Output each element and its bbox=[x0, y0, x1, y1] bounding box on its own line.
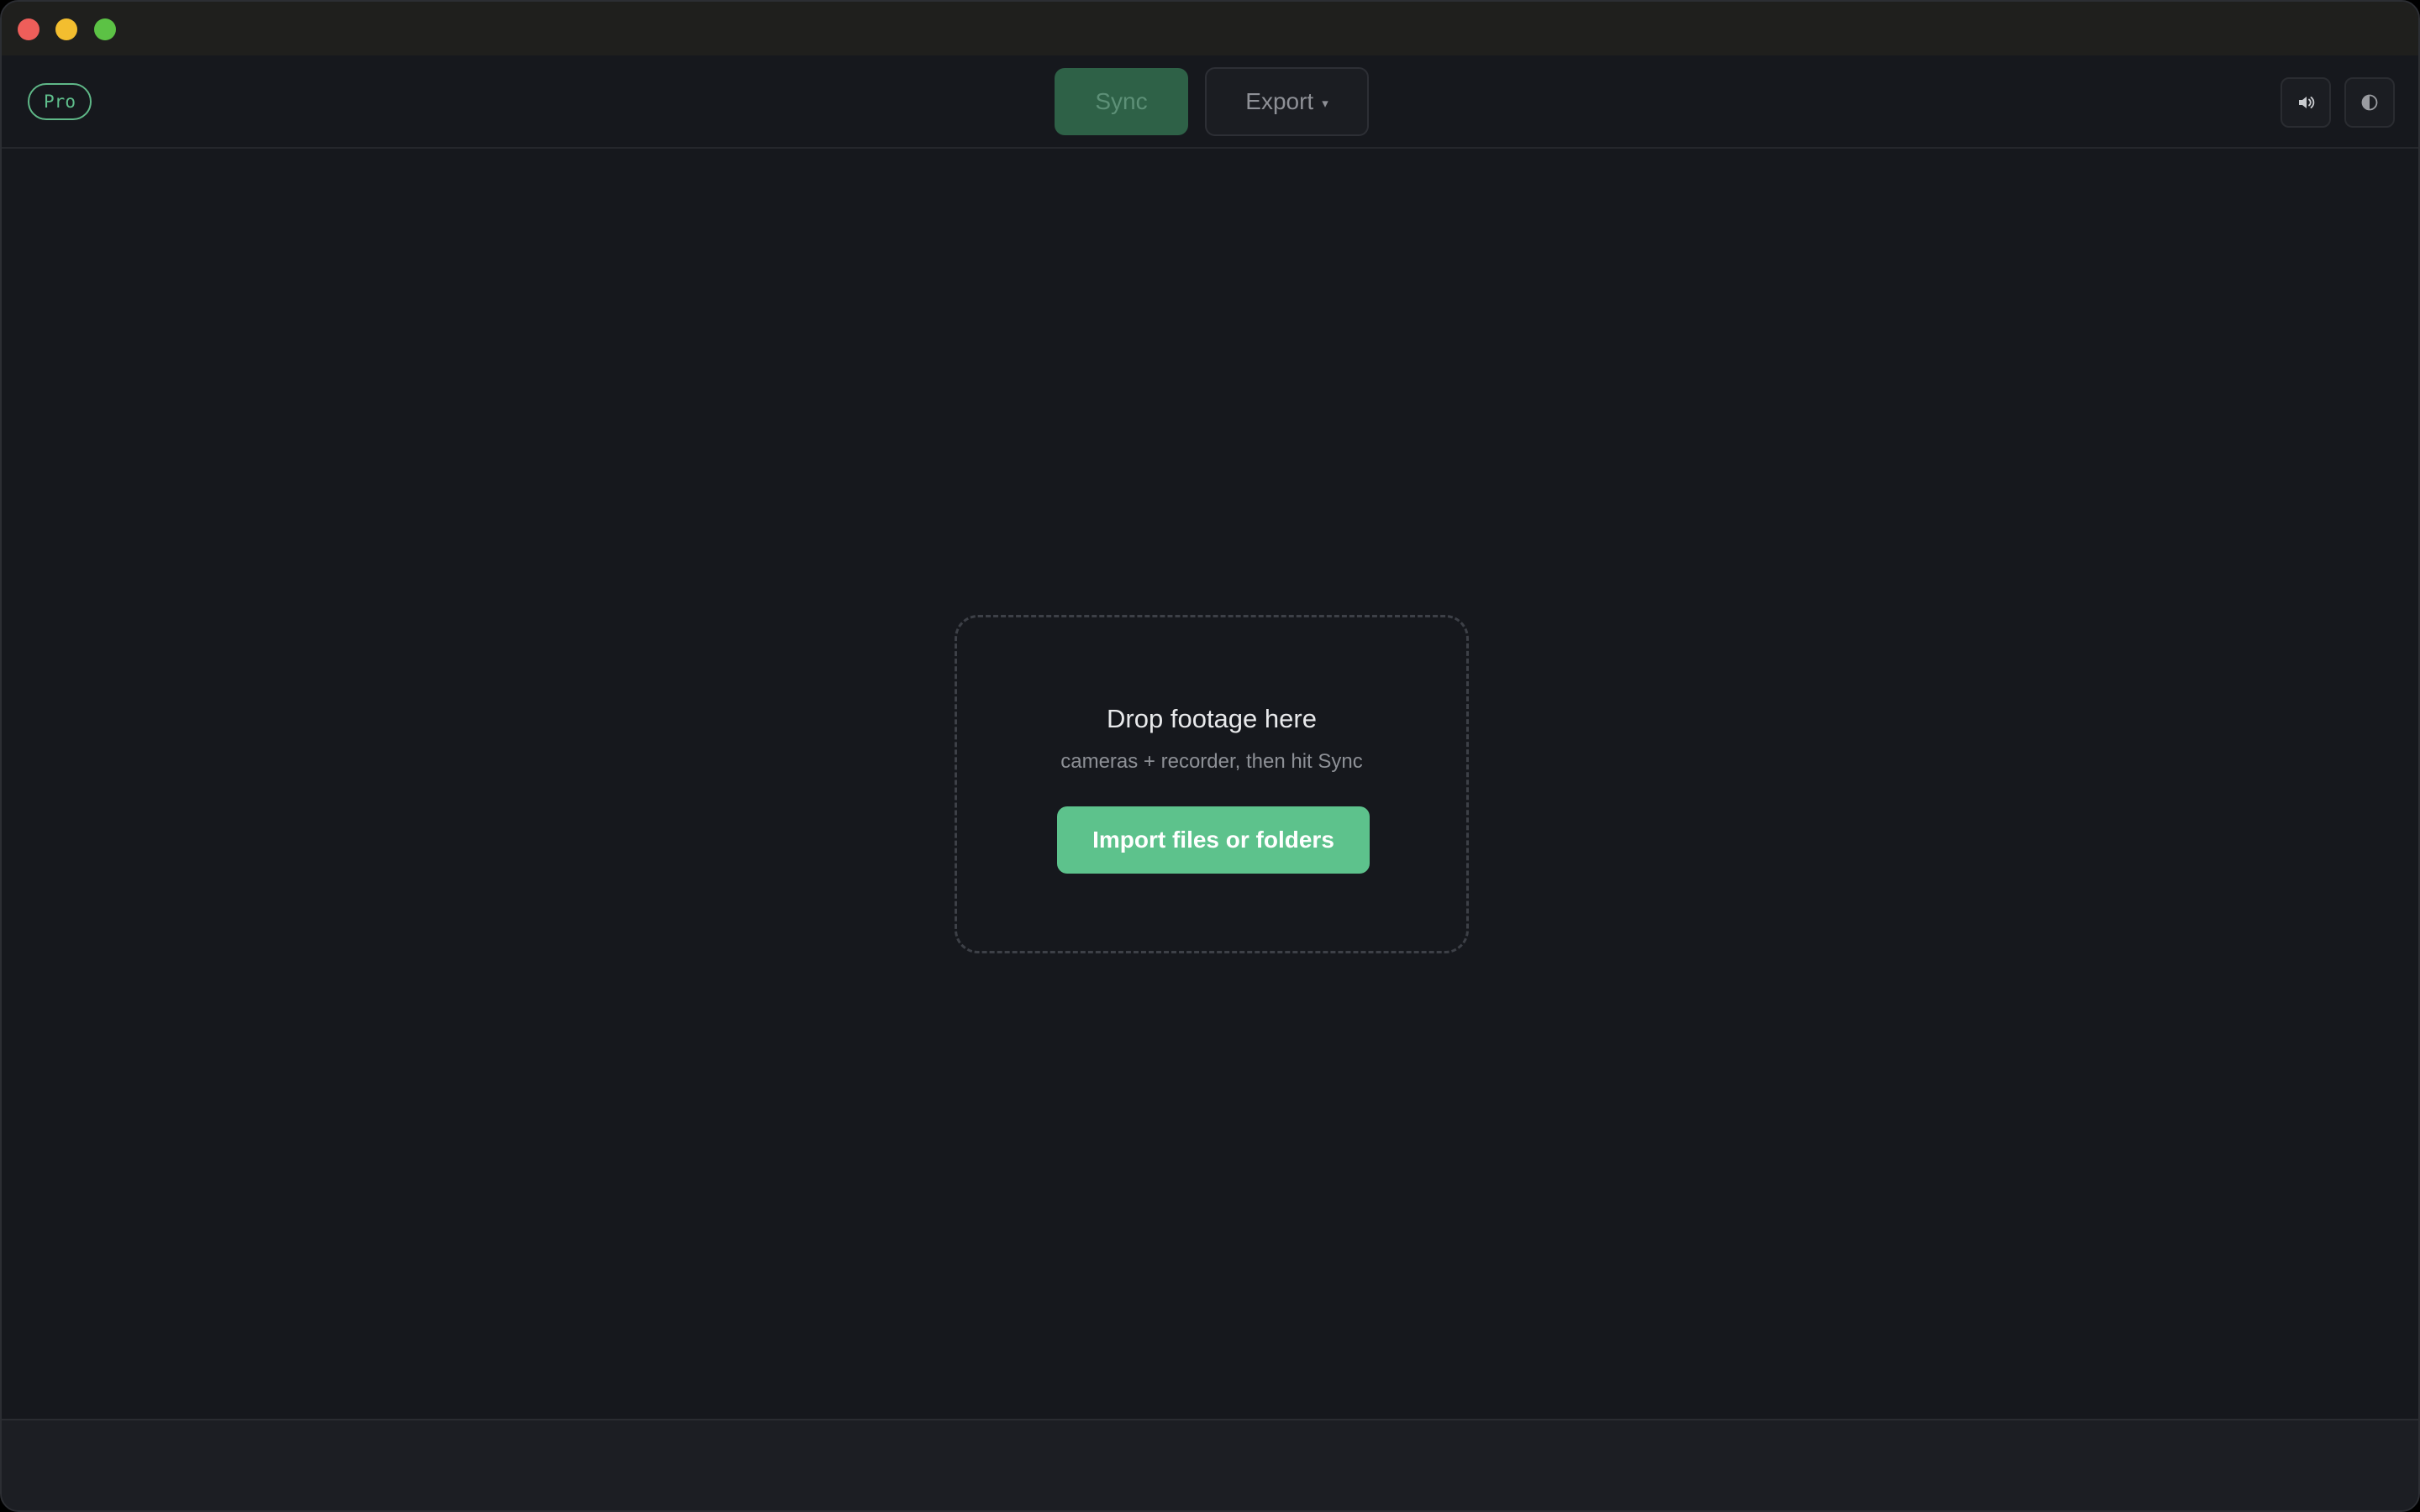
status-bar bbox=[2, 1419, 2418, 1510]
import-button-label: Import files or folders bbox=[1092, 827, 1334, 853]
main-area: Drop footage here cameras + recorder, th… bbox=[2, 149, 2418, 1419]
minimize-window-button[interactable] bbox=[55, 18, 77, 40]
drop-zone[interactable]: Drop footage here cameras + recorder, th… bbox=[955, 615, 1469, 953]
drop-zone-subtitle: cameras + recorder, then hit Sync bbox=[1060, 750, 1363, 773]
toolbar: Pro Sync Export ▾ bbox=[2, 55, 2418, 149]
title-bar[interactable] bbox=[2, 2, 2418, 55]
sync-button-label: Sync bbox=[1095, 88, 1148, 114]
pro-badge[interactable]: Pro bbox=[28, 83, 92, 120]
theme-toggle-button[interactable] bbox=[2344, 77, 2395, 128]
drop-zone-title: Drop footage here bbox=[1107, 704, 1317, 733]
close-window-button[interactable] bbox=[18, 18, 39, 40]
app-window: Pro Sync Export ▾ Drop footage here came… bbox=[0, 0, 2420, 1512]
sound-toggle-button[interactable] bbox=[2281, 77, 2331, 128]
caret-down-icon: ▾ bbox=[1322, 97, 1328, 111]
export-button-label: Export bbox=[1245, 88, 1314, 114]
speaker-icon bbox=[2299, 97, 2315, 108]
export-button[interactable]: Export ▾ bbox=[1205, 67, 1369, 136]
maximize-window-button[interactable] bbox=[94, 18, 116, 40]
sync-button[interactable]: Sync bbox=[1055, 68, 1188, 135]
import-files-button[interactable]: Import files or folders bbox=[1057, 806, 1370, 874]
contrast-icon bbox=[2361, 94, 2378, 111]
